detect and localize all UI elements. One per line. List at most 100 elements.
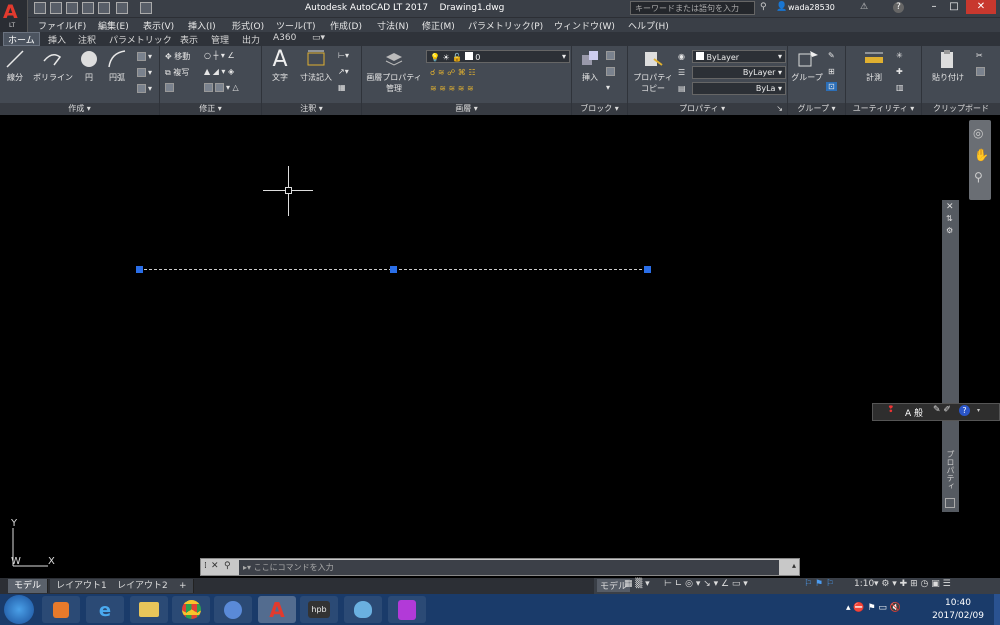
start-button[interactable]	[4, 595, 34, 624]
application-menu-button[interactable]: A LT	[0, 0, 28, 33]
text-button[interactable]: A 文字	[266, 47, 294, 83]
cut-icon[interactable]: ✂	[976, 51, 983, 60]
rotate-icon[interactable]: ○ ┼ ▾ ∠	[204, 51, 235, 60]
create-block-icon[interactable]	[606, 51, 617, 60]
save-icon[interactable]	[66, 2, 78, 14]
menu-draw[interactable]: 作成(D)	[330, 19, 362, 32]
hatch-icon[interactable]: ▾	[137, 68, 152, 77]
binoculars-icon[interactable]: ⚲	[760, 2, 767, 12]
grip-start[interactable]	[136, 266, 143, 273]
print-icon[interactable]	[98, 2, 110, 14]
palette-autohide-icon[interactable]: ⇅	[946, 214, 953, 223]
chrome-icon[interactable]	[172, 596, 210, 623]
arc-button[interactable]: 円弧	[104, 48, 130, 83]
menu-tools[interactable]: ツール(T)	[276, 19, 316, 32]
zoom-icon[interactable]: ⚲	[974, 170, 983, 184]
match-properties-button[interactable]: プロパティ コピー	[630, 48, 676, 94]
menu-help[interactable]: ヘルプ(H)	[628, 19, 669, 32]
panel-properties-label[interactable]: プロパティ ▾ ↘	[628, 103, 787, 115]
steering-wheel-icon[interactable]: ◎	[973, 126, 983, 140]
search-input[interactable]: キーワードまたは語句を入力	[630, 1, 755, 15]
undo-icon[interactable]	[116, 2, 128, 14]
paste-button[interactable]: 貼り付け	[928, 48, 968, 83]
menu-window[interactable]: ウィンドウ(W)	[554, 19, 615, 32]
ime-help-icon[interactable]: ?	[959, 405, 970, 416]
layer-tools-row2[interactable]: ≋ ≋ ≋ ≋ ≋	[430, 84, 474, 93]
dimension-button[interactable]: 寸法記入	[296, 48, 336, 83]
command-search-icon[interactable]: ⚲	[224, 561, 231, 571]
tab-more-icon[interactable]: ▭▾	[312, 33, 325, 43]
tab-layout2[interactable]: レイアウト2	[111, 579, 175, 593]
properties-palette-strip[interactable]: ✕ ⇅ ⚙ プロパティ	[942, 200, 959, 512]
user-icon[interactable]: 👤	[776, 2, 787, 12]
ungroup-icon[interactable]: ✎	[828, 51, 835, 60]
measure-button[interactable]: 計測	[856, 48, 892, 83]
menu-file[interactable]: ファイル(F)	[38, 19, 86, 32]
menu-view[interactable]: 表示(V)	[143, 19, 174, 32]
internet-explorer-icon[interactable]: e	[86, 596, 124, 623]
user-name[interactable]: wada28530	[788, 3, 835, 12]
app-character-icon[interactable]	[388, 596, 426, 623]
tab-insert[interactable]: 挿入	[48, 33, 66, 46]
panel-clipboard-label[interactable]: クリップボード	[922, 103, 1000, 115]
redo-icon[interactable]	[140, 2, 152, 14]
polyline-button[interactable]: ポリライン	[30, 48, 76, 83]
tab-output[interactable]: 出力	[242, 33, 260, 46]
copy-clip-icon[interactable]	[976, 67, 987, 76]
tab-a360[interactable]: A360	[273, 33, 296, 43]
save-as-icon[interactable]	[82, 2, 94, 14]
rectangle-icon[interactable]: ▾	[137, 52, 152, 61]
paint-icon[interactable]	[344, 596, 382, 623]
ime-mode[interactable]: A 般	[905, 406, 923, 419]
pan-icon[interactable]: ✋	[974, 148, 989, 162]
ime-language-bar[interactable]: ❢ A 般 ✎ ✐ ? ▾	[872, 403, 1000, 421]
command-input[interactable]: ▸▾ ここにコマンドを入力	[239, 560, 779, 575]
exchange-icon[interactable]: ⚠	[860, 2, 868, 12]
insert-block-button[interactable]: 挿入	[576, 48, 604, 83]
grid-icon[interactable]: ▦ ▒ ▾	[624, 579, 650, 589]
menu-parametric[interactable]: パラメトリック(P)	[468, 19, 543, 32]
open-icon[interactable]	[50, 2, 62, 14]
thunderbird-icon[interactable]	[214, 596, 252, 623]
menu-edit[interactable]: 編集(E)	[98, 19, 129, 32]
tab-layout1[interactable]: レイアウト1	[50, 579, 114, 593]
edit-block-icon[interactable]	[606, 67, 617, 76]
help-icon[interactable]: ?	[893, 2, 904, 13]
lineweight-dropdown[interactable]: ByLa ▾	[692, 82, 786, 95]
region-icon[interactable]: ▾	[137, 84, 152, 93]
palette-settings-icon[interactable]: ⚙	[946, 226, 953, 235]
add-layout-icon[interactable]: +	[173, 579, 194, 593]
leader-icon[interactable]: ↗▾	[338, 67, 349, 76]
mirror-icon[interactable]: ▲ ◢ ▾ ◈	[204, 67, 234, 76]
tray-icons[interactable]: ▴ ⛔ ⚑ ▭ 🔇	[846, 603, 901, 613]
palette-close-icon[interactable]: ✕	[946, 202, 954, 212]
panel-layers-label[interactable]: 画層 ▾	[362, 103, 571, 115]
ime-options-icon[interactable]: ▾	[977, 407, 980, 414]
linear-dim-icon[interactable]: ⊢▾	[338, 51, 349, 60]
panel-block-label[interactable]: ブロック ▾	[572, 103, 627, 115]
group-edit-icon[interactable]: ⊞	[828, 67, 835, 76]
grip-handle-icon[interactable]: ⁞	[204, 561, 207, 571]
tab-model[interactable]: モデル	[8, 579, 49, 593]
line-button[interactable]: 線分	[3, 48, 27, 83]
stretch-icon[interactable]	[165, 83, 176, 92]
attribute-icon[interactable]: ▾	[606, 83, 610, 92]
copy-button[interactable]: ⧉ 複写	[165, 67, 189, 78]
ime-tools-icon[interactable]: ✎ ✐	[933, 405, 951, 415]
group-button[interactable]: グループ	[790, 48, 824, 83]
hpb-icon[interactable]: hpb	[300, 596, 338, 623]
drawing-canvas[interactable]	[0, 116, 1000, 578]
menu-dimension[interactable]: 寸法(N)	[377, 19, 409, 32]
grip-end[interactable]	[644, 266, 651, 273]
media-player-icon[interactable]	[42, 596, 80, 623]
table-icon[interactable]: ▦	[338, 83, 346, 92]
group-select-icon[interactable]: ⊡	[826, 82, 837, 91]
panel-utilities-label[interactable]: ユーティリティ ▾	[846, 103, 921, 115]
layer-properties-button[interactable]: 画層プロパティ 管理	[364, 48, 424, 94]
quick-select-icon[interactable]: ✳	[896, 51, 903, 60]
panel-modify-label[interactable]: 修正 ▾	[160, 103, 261, 115]
panel-groups-label[interactable]: グループ ▾	[788, 103, 845, 115]
color-dropdown[interactable]: ByLayer ▾	[692, 50, 786, 63]
circle-button[interactable]: 円	[78, 48, 100, 83]
command-history-icon[interactable]: ▴	[792, 561, 796, 570]
